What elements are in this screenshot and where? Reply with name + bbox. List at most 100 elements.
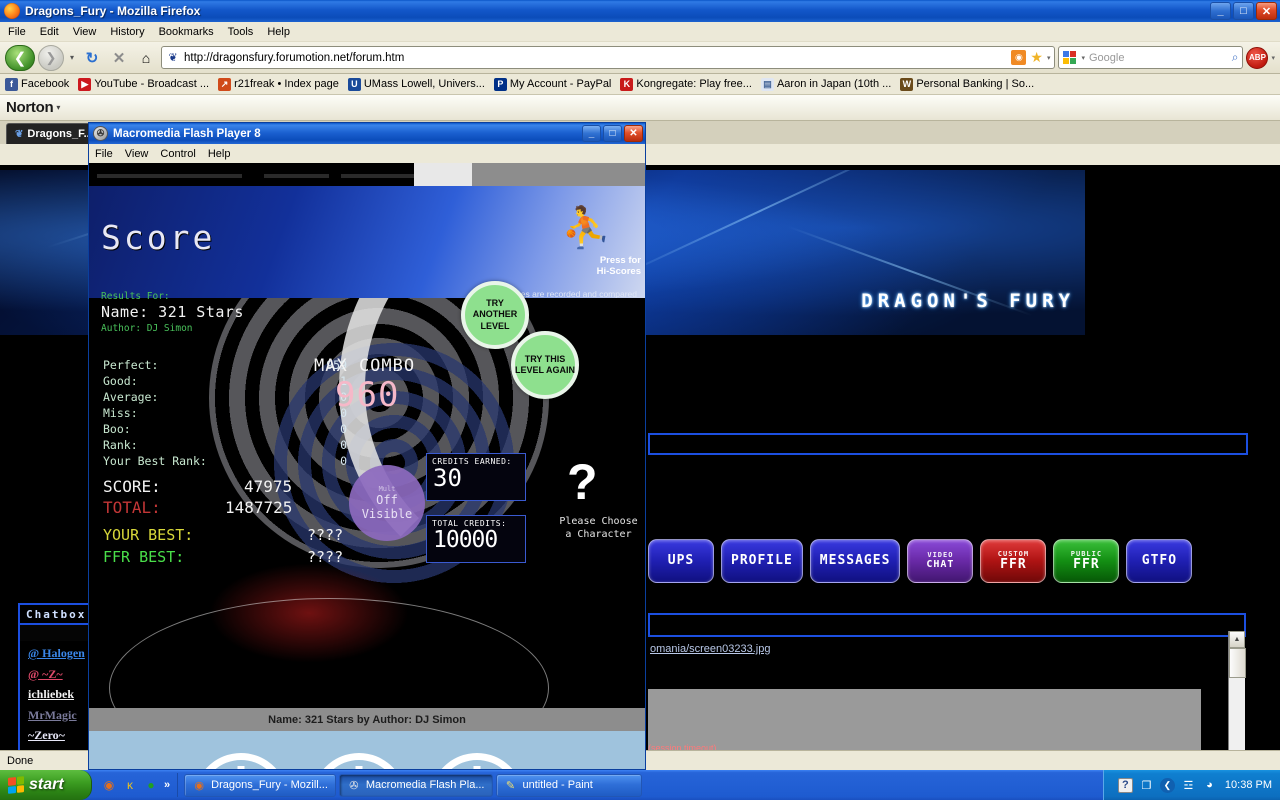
nav-button-messages[interactable]: MESSAGES xyxy=(809,539,901,583)
bookmark-label: Personal Banking | So... xyxy=(916,78,1035,90)
site-favicon: ❦ xyxy=(168,52,178,64)
start-button[interactable]: start xyxy=(0,770,92,800)
clock[interactable]: 10:38 PM xyxy=(1225,779,1272,791)
search-engine-dropdown-icon[interactable]: ▾ xyxy=(1081,54,1085,62)
nav-button-public-ffr[interactable]: PUBLIC FFR xyxy=(1053,539,1120,583)
norton-logo: Norton xyxy=(6,99,54,116)
help-icon[interactable]: ? xyxy=(1117,777,1133,793)
flash-maximize-button[interactable]: □ xyxy=(603,125,622,142)
mult-state: Off xyxy=(376,493,398,507)
paint-taskbar-icon: ✎ xyxy=(505,779,516,792)
nav-button-custom-ffr[interactable]: CUSTOM FFR xyxy=(980,539,1047,583)
taskbar-item-firefox[interactable]: ◉ Dragons_Fury - Mozill... xyxy=(184,773,336,797)
flash-menubar: File View Control Help xyxy=(89,144,645,163)
flash-game-stage[interactable]: Score Scores are recorded and compared ⛹… xyxy=(89,163,645,769)
taskbar-item-flash[interactable]: ✇ Macromedia Flash Pla... xyxy=(338,773,493,797)
try-another-level-button[interactable]: TRY ANOTHER LEVEL xyxy=(461,281,529,349)
bookmark-banking[interactable]: W Personal Banking | So... xyxy=(900,77,1035,91)
history-dropdown-icon[interactable]: ▾ xyxy=(67,53,77,62)
media-quicklaunch-icon[interactable]: ĸ xyxy=(122,777,138,793)
mult-visible: Visible xyxy=(361,507,413,521)
rss-feed-icon[interactable]: ◉ xyxy=(1011,50,1027,65)
flash-close-button[interactable]: ✕ xyxy=(624,125,643,142)
kongregate-icon: K xyxy=(620,77,634,91)
bookmark-aaron-japan[interactable]: ▤ Aaron in Japan (10th ... xyxy=(760,77,891,91)
firefox-icon xyxy=(4,3,20,19)
home-icon[interactable]: ⌂ xyxy=(134,46,158,70)
menu-history[interactable]: History xyxy=(110,26,144,38)
flash-player-window: ✇ Macromedia Flash Player 8 _ □ ✕ File V… xyxy=(88,122,646,770)
results-for-label: Results For: xyxy=(101,291,170,302)
network-icon[interactable]: ❐ xyxy=(1139,778,1154,793)
scroll-thumb[interactable] xyxy=(1229,648,1246,678)
search-icon[interactable]: ⌕ xyxy=(1232,50,1239,65)
nav-button-profile[interactable]: PROFILE xyxy=(721,539,803,583)
adblock-plus-icon[interactable]: ABP xyxy=(1246,46,1269,69)
mult-toggle[interactable]: Mult Off Visible xyxy=(349,465,425,541)
paypal-icon: P xyxy=(493,77,507,91)
forum-image-link[interactable]: omania/screen03233.jpg xyxy=(650,643,770,655)
tray-expand-icon[interactable]: ❮ xyxy=(1159,777,1175,793)
tab-label: Dragons_F... xyxy=(27,128,93,140)
bookmark-kongregate[interactable]: K Kongregate: Play free... xyxy=(620,77,752,91)
bookmark-facebook[interactable]: f Facebook xyxy=(5,77,69,91)
press-line2: Hi-Scores xyxy=(596,265,641,277)
max-combo-label: MAX COMBO xyxy=(314,356,416,376)
menu-edit[interactable]: Edit xyxy=(40,26,59,38)
menu-help[interactable]: Help xyxy=(267,26,290,38)
network-status-icon[interactable]: ☲ xyxy=(1181,778,1196,793)
toolbar-overflow-icon[interactable]: ▾ xyxy=(1271,54,1275,62)
search-input[interactable]: Google xyxy=(1089,52,1228,64)
bookmark-paypal[interactable]: P My Account - PayPal xyxy=(493,77,611,91)
bookmark-label: UMass Lowell, Univers... xyxy=(363,78,485,90)
bookmark-r21freak[interactable]: ↗ r21freak • Index page xyxy=(218,77,339,91)
bookmark-youtube[interactable]: ▶ YouTube - Broadcast ... xyxy=(78,77,209,91)
quicklaunch-overflow-icon[interactable]: » xyxy=(164,779,170,791)
stop-icon[interactable]: ✕ xyxy=(107,46,131,70)
nav-button-groups[interactable]: UPS xyxy=(648,539,714,583)
taskbar-item-paint[interactable]: ✎ untitled - Paint xyxy=(495,773,642,797)
back-button[interactable]: ❮ xyxy=(5,44,35,71)
norton-dropdown-icon[interactable]: ▾ xyxy=(56,103,60,112)
minimize-button[interactable]: _ xyxy=(1210,2,1231,20)
system-tray: ? ❐ ❮ ☲ ◕ 10:38 PM xyxy=(1102,770,1280,800)
google-icon xyxy=(1063,50,1077,65)
maximize-button[interactable]: □ xyxy=(1233,2,1254,20)
choose-line2: a Character xyxy=(565,529,632,540)
flash-menu-view[interactable]: View xyxy=(125,148,149,160)
bookmarks-toolbar: f Facebook ▶ YouTube - Broadcast ... ↗ r… xyxy=(0,74,1280,95)
menu-file[interactable]: File xyxy=(8,26,26,38)
globe-quicklaunch-icon[interactable]: ● xyxy=(143,777,159,793)
norton-toolbar[interactable]: Norton ▾ xyxy=(0,95,1280,121)
flash-minimize-button[interactable]: _ xyxy=(582,125,601,142)
bookmark-star-icon[interactable]: ★ xyxy=(1030,49,1043,66)
menu-tools[interactable]: Tools xyxy=(228,26,254,38)
nav-button-video-chat[interactable]: VIDEO CHAT xyxy=(907,539,974,583)
url-text[interactable]: http://dragonsfury.forumotion.net/forum.… xyxy=(184,52,1007,64)
address-bar[interactable]: ❦ http://dragonsfury.forumotion.net/foru… xyxy=(161,46,1056,69)
firefox-quicklaunch-icon[interactable]: ◉ xyxy=(101,777,117,793)
nav-button-sublabel: PUBLIC xyxy=(1070,549,1103,558)
page-scrollbar[interactable]: ▲ ▼ xyxy=(1228,631,1246,750)
menu-bookmarks[interactable]: Bookmarks xyxy=(159,26,214,38)
flash-menu-file[interactable]: File xyxy=(95,148,113,160)
stat-label-good: Good: xyxy=(103,374,138,388)
bookmark-umass[interactable]: U UMass Lowell, Univers... xyxy=(347,77,485,91)
volume-icon[interactable]: ◕ xyxy=(1202,778,1217,793)
hiscores-button[interactable]: ⛹ Press for Hi-Scores xyxy=(515,186,645,277)
browser-titlebar: Dragons_Fury - Mozilla Firefox _ □ ✕ xyxy=(0,0,1280,22)
address-dropdown-icon[interactable]: ▾ xyxy=(1047,54,1051,62)
try-this-level-again-button[interactable]: TRY THIS LEVEL AGAIN xyxy=(511,331,579,399)
nav-button-label: PROFILE xyxy=(731,552,793,568)
nav-button-gtfo[interactable]: GTFO xyxy=(1126,539,1193,583)
forward-button[interactable]: ❯ xyxy=(38,44,64,71)
character-placeholder-icon[interactable]: ? xyxy=(567,453,598,511)
close-button[interactable]: ✕ xyxy=(1256,2,1277,20)
target-icon xyxy=(194,753,288,769)
flash-menu-control[interactable]: Control xyxy=(160,148,195,160)
reload-icon[interactable]: ↻ xyxy=(80,46,104,70)
menu-view[interactable]: View xyxy=(73,26,97,38)
search-bar[interactable]: ▾ Google ⌕ xyxy=(1058,46,1244,69)
flash-menu-help[interactable]: Help xyxy=(208,148,231,160)
scroll-up-button[interactable]: ▲ xyxy=(1229,631,1245,648)
